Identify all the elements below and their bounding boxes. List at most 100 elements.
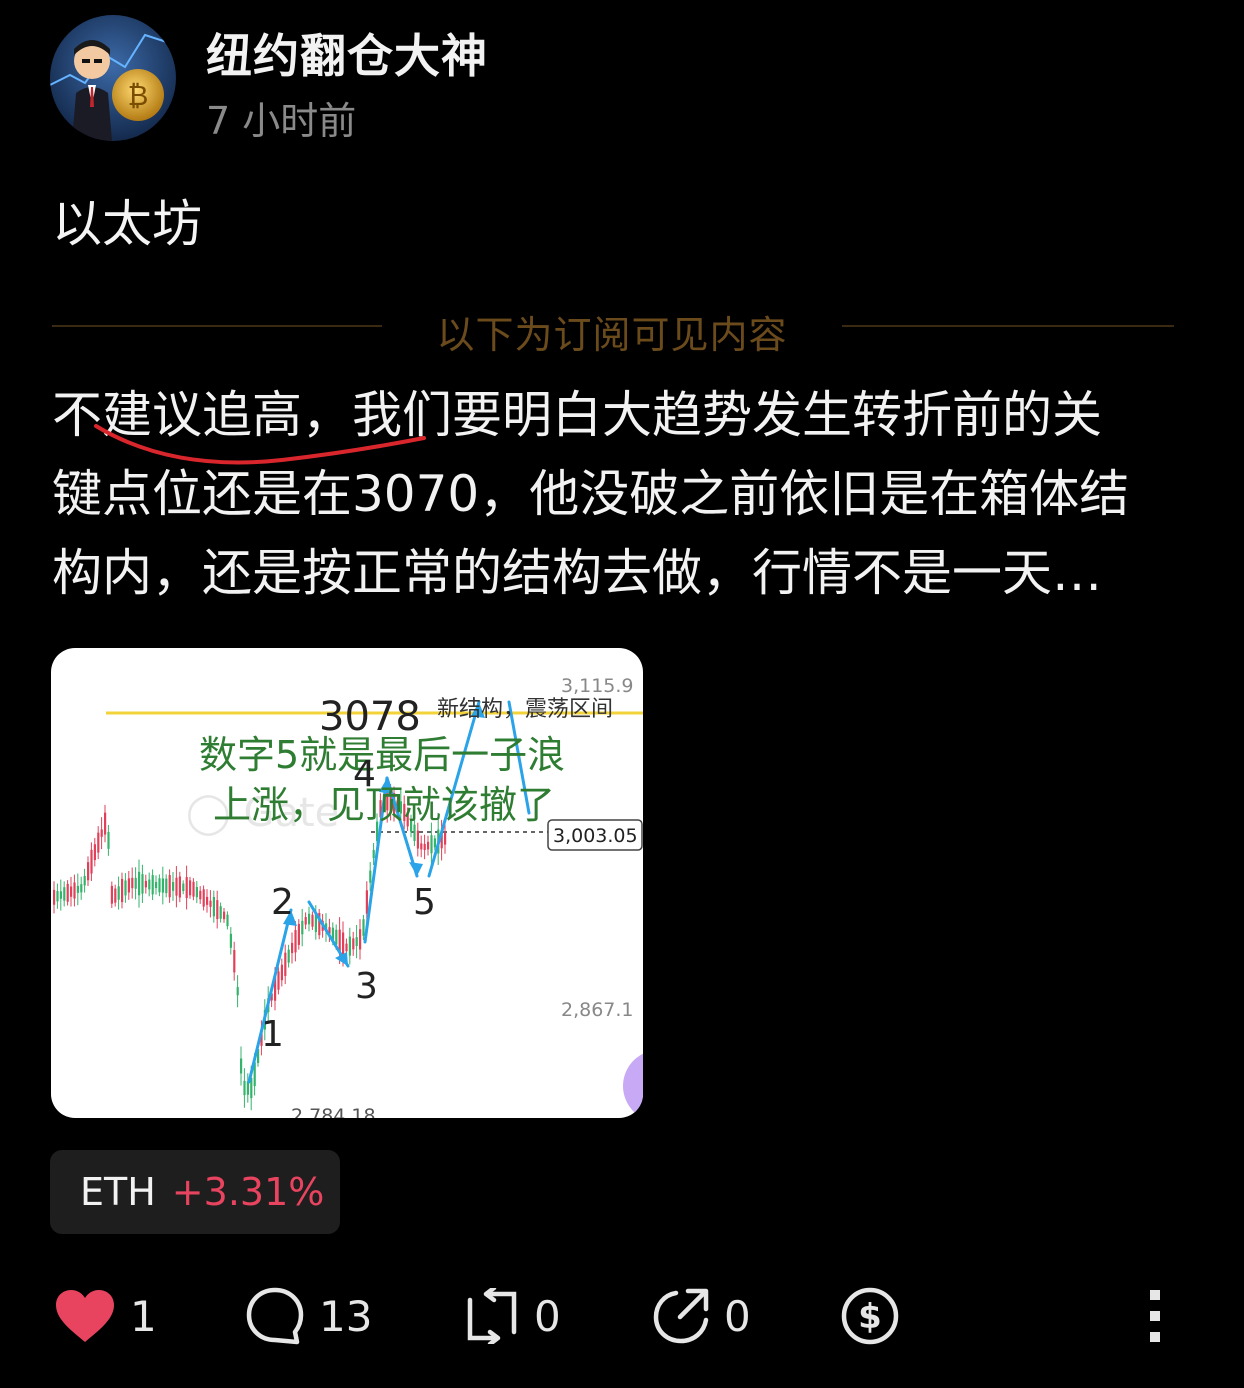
author-avatar[interactable]: ₿: [50, 15, 176, 141]
candle-body: [138, 871, 141, 896]
candle-body: [416, 830, 419, 849]
candle-body: [182, 883, 185, 892]
candle-body: [110, 885, 113, 904]
divider-line-left: [52, 325, 382, 327]
candle-body: [420, 843, 423, 850]
candle-body: [212, 897, 215, 917]
candle-body: [195, 887, 198, 898]
candle-body: [372, 849, 375, 859]
candle-body: [423, 843, 426, 850]
author-name[interactable]: 纽约翻仓大神: [206, 20, 488, 86]
candle-body: [134, 877, 137, 889]
candle-body: [124, 880, 127, 896]
more-options-button[interactable]: [1140, 1282, 1170, 1350]
candle-body: [219, 906, 222, 919]
candle-body: [185, 877, 188, 899]
candle-body: [158, 878, 161, 893]
candle-body: [155, 881, 158, 889]
candle-body: [236, 987, 239, 996]
share-count: 0: [724, 1291, 751, 1341]
candle-body: [229, 933, 232, 948]
candle-body: [178, 876, 181, 898]
candle-body: [189, 880, 192, 896]
candle-body: [121, 878, 124, 903]
candle-body: [444, 833, 447, 845]
candle-body: [66, 883, 69, 902]
svg-text:$: $: [858, 1297, 882, 1337]
post-title: 以太坊: [52, 195, 202, 253]
ticker-chip[interactable]: ETH +3.31%: [50, 1150, 340, 1234]
candle-body: [308, 913, 311, 925]
wave-label: 3: [355, 966, 378, 1007]
candle-body: [175, 877, 178, 896]
candle-body: [144, 880, 147, 888]
wave-label: 2: [271, 882, 294, 923]
svg-text:₿: ₿: [128, 79, 149, 112]
post-body[interactable]: 不建议追高，我们要明白大趋势发生转折前的关 键点位还是在3070，他没破之前依旧…: [52, 376, 1192, 613]
candle-body: [104, 812, 107, 835]
repost-icon: [467, 1288, 517, 1344]
candle-body: [294, 930, 297, 953]
like-count: 1: [130, 1291, 157, 1341]
candle-body: [117, 886, 120, 900]
post-body-line: 键点位还是在3070，他没破之前依旧是在箱体结: [52, 465, 1130, 523]
candle-body: [63, 887, 66, 901]
candle-body: [131, 877, 134, 889]
post-body-line: 构内，还是按正常的结构去做，行情不是一天…: [52, 544, 1102, 602]
candle-body: [335, 929, 338, 945]
candle-body: [352, 938, 355, 950]
candle-body: [199, 890, 202, 900]
tip-button[interactable]: $: [840, 1282, 900, 1350]
candle-body: [301, 920, 304, 935]
comment-icon: [246, 1287, 304, 1345]
candle-body: [107, 831, 110, 849]
candle-body: [168, 875, 171, 898]
candle-body: [100, 829, 103, 837]
candle-body: [87, 862, 90, 881]
candle-body: [280, 964, 283, 981]
candle-body: [365, 890, 368, 914]
comment-button[interactable]: 13: [245, 1282, 372, 1350]
candle-body: [56, 891, 59, 902]
candle-body: [172, 882, 175, 891]
low-price-label: 2,784.18: [291, 1105, 376, 1118]
candle-body: [297, 923, 300, 945]
candle-body: [430, 835, 433, 854]
candle-body: [345, 943, 348, 952]
post-timestamp: 7 小时前: [206, 99, 357, 143]
candle-body: [369, 870, 372, 883]
dollar-icon: $: [841, 1287, 899, 1345]
repost-button[interactable]: 0: [464, 1282, 561, 1350]
current-price-label: 3,003.05: [553, 825, 638, 847]
candle-body: [127, 878, 130, 893]
price-axis-label: 2,867.1: [561, 999, 634, 1021]
candle-body: [70, 886, 73, 897]
candle-body: [243, 1080, 246, 1096]
wave-label: 5: [413, 882, 436, 923]
candle-body: [59, 891, 62, 899]
candle-body: [141, 874, 144, 894]
repost-count: 0: [534, 1291, 561, 1341]
candle-body: [161, 878, 164, 893]
candle-body: [226, 914, 229, 927]
floating-badge: [623, 1053, 643, 1118]
like-button[interactable]: 1: [54, 1282, 157, 1350]
more-vertical-icon: [1150, 1290, 1160, 1342]
divider-line-right: [842, 325, 1174, 327]
candle-body: [362, 919, 365, 936]
candle-body: [192, 881, 195, 897]
candle-body: [359, 929, 362, 950]
candle-body: [291, 942, 294, 954]
share-button[interactable]: 0: [652, 1282, 751, 1350]
candle-body: [233, 950, 236, 973]
candle-body: [427, 841, 430, 850]
candle-body: [83, 876, 86, 886]
candle-body: [342, 932, 345, 956]
candle-body: [114, 888, 117, 903]
ticker-change: +3.31%: [171, 1170, 325, 1214]
heart-icon: [56, 1290, 114, 1342]
candle-body: [73, 882, 76, 899]
candle-body: [202, 889, 205, 907]
chart-caption-line-1: 数字5就是最后一子浪: [199, 733, 565, 777]
chart-image[interactable]: ◯ Gate 3,115.9 3,003.05 2,867.1 2,784.18…: [51, 648, 643, 1118]
